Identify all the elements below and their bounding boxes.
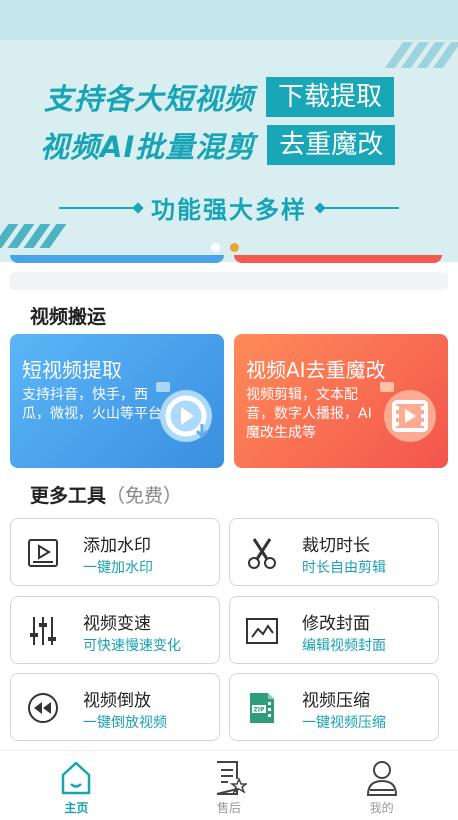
- banner-stripes-decoration-bottom: [0, 224, 80, 248]
- film-video-icon: [380, 382, 436, 442]
- tab-label: 售后: [217, 801, 242, 815]
- section-title-video-transfer: 视频搬运: [30, 306, 107, 328]
- tool-video-speed[interactable]: 视频变速 可快速慢速变化: [10, 596, 220, 664]
- tool-subtitle: 一键倒放视频: [83, 715, 167, 731]
- user-icon: [366, 761, 397, 796]
- banner-stripes-decoration: [384, 42, 458, 68]
- tool-subtitle: 一键加水印: [83, 560, 153, 576]
- sliders-icon: [30, 617, 56, 645]
- feature-card-video-extract[interactable]: 短视频提取 支持抖音，快手，西瓜，微视，火山等平台: [10, 334, 224, 468]
- tab-label: 主页: [64, 801, 89, 815]
- divider-left: [59, 206, 139, 209]
- feature-title: 短视频提取: [22, 358, 122, 382]
- zip-icon: ZIP: [250, 693, 274, 723]
- svg-text:ZIP: ZIP: [254, 707, 266, 714]
- tool-name: 添加水印: [83, 536, 151, 556]
- carousel-dot[interactable]: [211, 243, 220, 252]
- banner-subtitle-row: 功能强大多样: [0, 190, 458, 225]
- tool-trim-duration[interactable]: 裁切时长 时长自由剪辑: [229, 518, 439, 586]
- carousel-dot-active[interactable]: [230, 243, 239, 252]
- tool-subtitle: 编辑视频封面: [302, 638, 386, 654]
- tab-home[interactable]: 主页: [0, 751, 153, 820]
- tool-subtitle: 时长自由剪辑: [302, 560, 386, 576]
- tab-label: 我的: [369, 801, 394, 815]
- tool-reverse-video[interactable]: 视频倒放 一键倒放视频: [10, 673, 220, 741]
- tool-subtitle: 可快速慢速变化: [83, 638, 181, 654]
- tool-name: 裁切时长: [302, 536, 370, 556]
- tool-compress-video[interactable]: ZIP 视频压缩 一键视频压缩: [229, 673, 439, 741]
- banner-line-1: 支持各大短视频: [44, 82, 255, 116]
- carousel-indicator[interactable]: [211, 243, 239, 252]
- banner-line-2-highlight: 去重魔改: [267, 125, 396, 165]
- banner-top-strip: [0, 0, 458, 40]
- promo-banner[interactable]: 支持各大短视频 下载提取 视频AI批量混剪 去重魔改 功能强大多样: [0, 0, 458, 262]
- document-star-icon: [216, 761, 247, 795]
- tool-name: 视频压缩: [302, 691, 370, 711]
- feature-title: 视频AI去重魔改: [246, 358, 386, 382]
- more-tools-label: 更多工具: [30, 485, 107, 507]
- home-icon: [62, 761, 91, 795]
- feature-card-ai-remix[interactable]: 视频AI去重魔改 视频剪辑，文本配音，数字人播报，AI魔改生成等: [234, 334, 448, 468]
- tool-name: 视频变速: [83, 614, 151, 634]
- more-tools-note: （免费）: [106, 485, 183, 507]
- tab-mine[interactable]: 我的: [305, 751, 458, 820]
- feature-desc: 视频剪辑，文本配音，数字人播报，AI魔改生成等: [246, 387, 372, 441]
- banner-line-2: 视频AI批量混剪: [40, 130, 256, 164]
- image-cover-icon: [246, 618, 278, 644]
- card-peek-red: [234, 255, 442, 263]
- tool-name: 修改封面: [302, 614, 370, 634]
- placeholder-bar: [10, 272, 448, 290]
- tool-name: 视频倒放: [83, 691, 151, 711]
- tool-edit-cover[interactable]: 修改封面 编辑视频封面: [229, 596, 439, 664]
- banner-headline-2: 视频AI批量混剪 去重魔改: [40, 124, 396, 166]
- divider-right: [319, 206, 399, 209]
- card-peek-blue: [10, 255, 224, 263]
- tool-add-watermark[interactable]: 添加水印 一键加水印: [10, 518, 220, 586]
- video-watermark-icon: [28, 539, 58, 567]
- bottom-tab-bar: 主页 售后 我的: [0, 750, 458, 820]
- section-title-more-tools: 更多工具（免费）: [30, 481, 182, 508]
- banner-headline-1: 支持各大短视频 下载提取: [44, 76, 395, 118]
- tool-subtitle: 一键视频压缩: [302, 715, 386, 731]
- banner-line-1-highlight: 下载提取: [266, 77, 395, 117]
- scissors-icon: [248, 538, 276, 569]
- download-video-icon: [156, 382, 212, 442]
- rewind-icon: [28, 693, 58, 723]
- tab-after-sales[interactable]: 售后: [153, 751, 306, 820]
- feature-desc: 支持抖音，快手，西瓜，微视，火山等平台: [22, 387, 162, 422]
- banner-subtitle: 功能强大多样: [151, 196, 307, 224]
